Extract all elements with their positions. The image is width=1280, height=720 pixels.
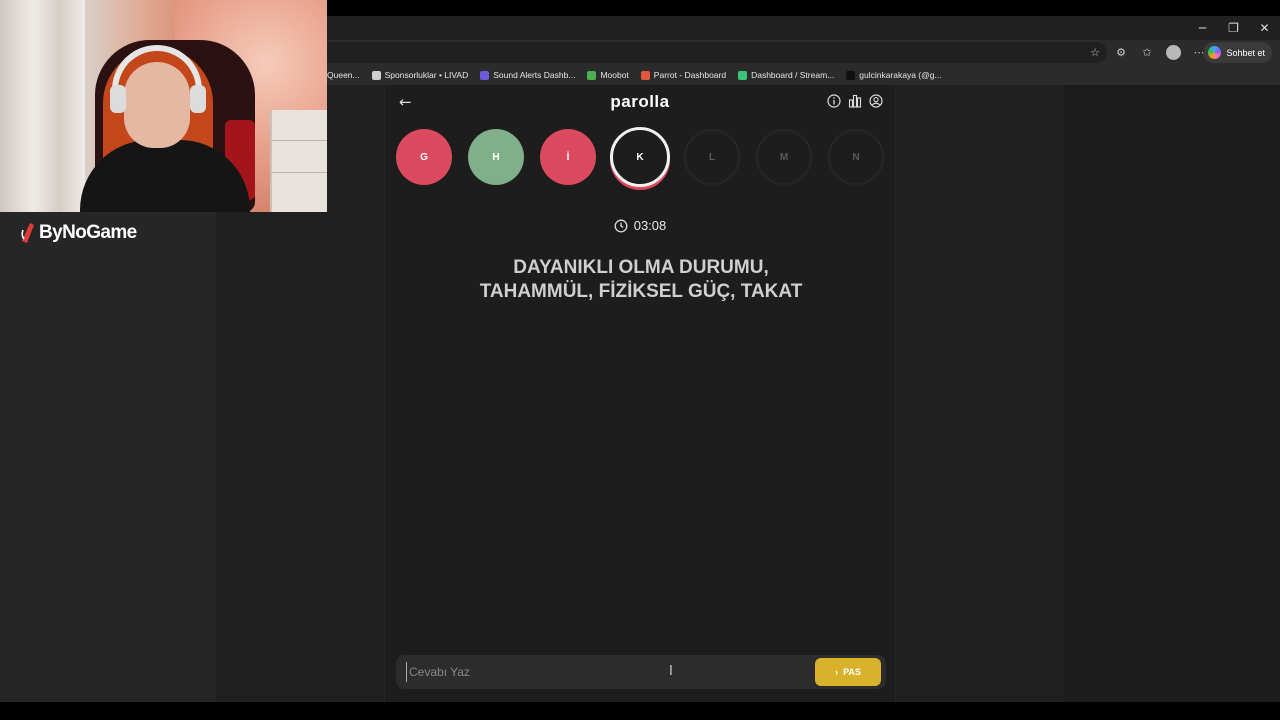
bookmark-item[interactable]: Parrot - Dashboard xyxy=(640,70,727,80)
chevron-right-icon: › xyxy=(835,667,839,677)
bookmark-item[interactable]: Sound Alerts Dashb... xyxy=(480,70,575,80)
info-icon[interactable] xyxy=(827,94,841,108)
bookmark-label: Sound Alerts Dashb... xyxy=(493,70,576,80)
bynogame-logo-icon xyxy=(21,223,34,243)
bookmark-favicon-icon xyxy=(846,70,856,80)
bookmark-favicon-icon xyxy=(587,70,597,80)
bookmark-label: Queen... xyxy=(327,70,360,80)
timer: 03:08 xyxy=(385,218,895,233)
stats-icon[interactable] xyxy=(848,94,862,108)
browser-toolbar: ☆ ⚙ ✩ ⋯ Sohbet et xyxy=(327,40,1280,65)
bookmarks-bar: Queen... Sponsorluklar • LIVAD Sound Alert… xyxy=(327,65,1280,85)
bookmark-label: Moobot xyxy=(600,70,629,80)
minimize-button[interactable]: ─ xyxy=(1187,16,1218,40)
pass-button[interactable]: › PAS xyxy=(815,658,881,686)
letter-wheel: GHİKLMN xyxy=(396,127,884,187)
letter-bubble-wrong: G xyxy=(396,129,452,185)
favorite-star-icon[interactable]: ☆ xyxy=(1082,40,1108,65)
bookmark-favicon-icon xyxy=(480,70,490,80)
clock-icon xyxy=(614,219,628,232)
extensions-icon[interactable]: ⚙ xyxy=(1108,40,1134,65)
letter-bubble-wrong: İ xyxy=(540,129,596,185)
curtain xyxy=(0,0,85,212)
letter-bubble-pending: N xyxy=(828,129,884,185)
tab-strip xyxy=(327,16,1280,40)
bookmark-label: Parrot - Dashboard xyxy=(653,70,727,80)
chat-button-label: Sohbet et xyxy=(1226,47,1265,58)
page-right-margin xyxy=(1064,85,1280,702)
close-button[interactable]: ✕ xyxy=(1249,16,1280,40)
webcam-overlay xyxy=(0,0,327,212)
stream-side-panel xyxy=(0,212,216,702)
bookmark-item[interactable]: Queen... xyxy=(327,70,360,80)
parolla-game: ← parolla GHİKLMN 03:08 DAYANIKLI OLMA D… xyxy=(384,85,896,702)
question-line-2: TAHAMMÜL, FİZİKSEL GÜÇ, TAKAT xyxy=(479,281,803,302)
restore-button[interactable]: ❐ xyxy=(1218,16,1249,40)
letter-bubble-active: K xyxy=(610,127,670,187)
bookmark-label: Dashboard / Stream... xyxy=(751,70,835,80)
letter-bubble-pending: M xyxy=(756,129,812,185)
letter-bubble-correct: H xyxy=(468,129,524,185)
answer-input[interactable] xyxy=(406,662,806,682)
headset-earcup-right xyxy=(190,85,206,113)
bottom-black-bar xyxy=(0,702,1280,720)
bookmark-item[interactable]: Dashboard / Stream... xyxy=(738,70,834,80)
pass-button-label: PAS xyxy=(843,667,861,677)
question-text: DAYANIKLI OLMA DURUMU, TAHAMMÜL, FİZİKSE… xyxy=(425,256,857,304)
profile-avatar[interactable] xyxy=(1160,40,1186,65)
bookmark-label: Sponsorluklar • LIVAD xyxy=(384,70,469,80)
question-line-1: DAYANIKLI OLMA DURUMU, xyxy=(513,257,769,278)
bookmark-favicon-icon xyxy=(640,70,650,80)
address-bar[interactable] xyxy=(327,42,1107,63)
bookmark-favicon-icon xyxy=(371,70,381,80)
sponsor-brand-text: ByNoGame xyxy=(39,222,137,243)
favorites-icon[interactable]: ✩ xyxy=(1134,40,1160,65)
dresser xyxy=(270,110,327,212)
answer-bar: I › PAS xyxy=(396,655,886,689)
sponsor-logo: ByNoGame xyxy=(20,222,137,244)
bookmark-item[interactable]: Moobot xyxy=(587,70,629,80)
timer-value: 03:08 xyxy=(633,218,667,233)
game-header: ← parolla xyxy=(385,85,895,119)
game-logo: parolla xyxy=(610,92,670,111)
bookmark-label: gulcinkarakaya (@g... xyxy=(859,70,942,80)
chat-button[interactable]: Sohbet et xyxy=(1203,42,1272,63)
text-cursor-icon: I xyxy=(669,664,673,679)
bookmark-item[interactable]: Sponsorluklar • LIVAD xyxy=(371,70,469,80)
bookmark-item[interactable]: gulcinkarakaya (@g... xyxy=(846,70,942,80)
copilot-icon xyxy=(1208,46,1222,59)
headset-earcup-left xyxy=(110,85,126,113)
bookmark-favicon-icon xyxy=(738,70,748,80)
user-profile-icon[interactable] xyxy=(869,94,883,108)
letter-bubble-pending: L xyxy=(684,129,740,185)
window-controls: ─ ❐ ✕ xyxy=(1187,16,1280,40)
